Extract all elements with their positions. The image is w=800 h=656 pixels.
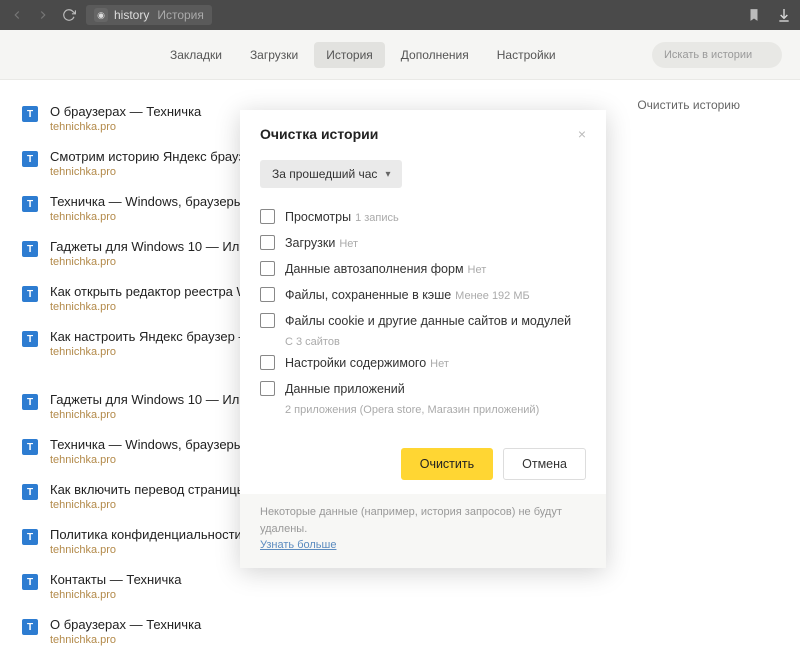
label-content: Настройки содержимого [285,356,426,370]
favicon-icon: T [22,196,38,212]
checkbox-cache[interactable] [260,287,275,302]
back-button[interactable] [8,6,26,24]
settings-tabs: Закладки Загрузки История Дополнения Нас… [0,30,800,80]
tab-settings[interactable]: Настройки [485,42,568,68]
search-placeholder: Искать в истории [664,49,752,61]
favicon-icon: T [22,529,38,545]
favicon-icon: T [22,574,38,590]
checkbox-autofill[interactable] [260,261,275,276]
clear-history-link[interactable]: Очистить историю [637,98,740,112]
label-apps: Данные приложений [285,382,405,396]
history-item-domain: tehnichka.pro [50,634,201,646]
label-views: Просмотры [285,210,351,224]
favicon-icon: T [22,619,38,635]
clear-history-modal: Очистка истории × За прошедший час ▾ Про… [240,110,606,568]
history-item-domain: tehnichka.pro [50,589,181,601]
history-item-domain: tehnichka.pro [50,166,266,178]
browser-chrome-bar: ◉ history История [0,0,800,30]
time-range-select[interactable]: За прошедший час ▾ [260,160,402,188]
history-item-domain: tehnichka.pro [50,454,272,466]
cancel-button[interactable]: Отмена [503,448,586,480]
history-item-title: О браузерах — Техничка [50,104,201,119]
favicon-icon: T [22,484,38,500]
sub-autofill: Нет [468,264,487,276]
history-item[interactable]: T Контакты — Техничка tehnichka.pro [22,566,778,611]
favicon-icon: T [22,394,38,410]
favicon-icon: T [22,241,38,257]
modal-title: Очистка истории [260,126,378,142]
site-badge-icon: ◉ [94,8,108,22]
clear-button[interactable]: Очистить [401,448,493,480]
download-icon[interactable] [776,7,792,23]
checkbox-views[interactable] [260,209,275,224]
label-cookies: Файлы cookie и другие данные сайтов и мо… [285,314,571,328]
history-item-title: Как настроить Яндекс браузер — Ай [50,329,271,344]
bookmark-icon[interactable] [746,7,762,23]
checkbox-downloads[interactable] [260,235,275,250]
checkbox-cookies[interactable] [260,313,275,328]
favicon-icon: T [22,286,38,302]
tab-bookmarks[interactable]: Закладки [158,42,234,68]
favicon-icon: T [22,331,38,347]
address-label: history [114,8,149,22]
sub-cookies: С 3 сайтов [285,336,586,348]
history-item-title: Техничка — Windows, браузеры, соц [50,437,272,452]
checkbox-content[interactable] [260,355,275,370]
sub-views: 1 запись [355,212,399,224]
footer-text: Некоторые данные (например, история запр… [260,506,562,535]
sub-content: Нет [430,358,449,370]
time-range-value: За прошедший час [272,167,377,181]
history-item-domain: tehnichka.pro [50,121,201,133]
history-item-title: Контакты — Техничка [50,572,181,587]
history-item-title: О браузерах — Техничка [50,617,201,632]
history-item[interactable]: T О браузерах — Техничка tehnichka.pro [22,611,778,656]
label-downloads: Загрузки [285,236,335,250]
chevron-down-icon: ▾ [385,169,390,180]
sub-downloads: Нет [339,238,358,250]
reload-button[interactable] [60,6,78,24]
favicon-icon: T [22,151,38,167]
history-item-domain: tehnichka.pro [50,346,271,358]
tab-downloads[interactable]: Загрузки [238,42,310,68]
address-chip[interactable]: ◉ history История [86,5,212,25]
history-item-domain: tehnichka.pro [50,211,272,223]
checkbox-apps[interactable] [260,381,275,396]
forward-button[interactable] [34,6,52,24]
learn-more-link[interactable]: Узнать больше [260,539,336,551]
history-item-title: Как включить перевод страницы в б [50,482,268,497]
history-item-domain: tehnichka.pro [50,499,268,511]
tab-history[interactable]: История [314,42,385,68]
history-search-input[interactable]: Искать в истории [652,42,782,68]
label-autofill: Данные автозаполнения форм [285,262,464,276]
address-title: История [157,8,204,22]
favicon-icon: T [22,439,38,455]
label-cache: Файлы, сохраненные в кэше [285,288,451,302]
modal-footer: Некоторые данные (например, история запр… [240,494,606,568]
favicon-icon: T [22,106,38,122]
tab-addons[interactable]: Дополнения [389,42,481,68]
history-item-title: Техничка — Windows, браузеры, соц [50,194,272,209]
close-icon[interactable]: × [578,126,586,142]
sub-apps: 2 приложения (Opera store, Магазин прило… [285,404,586,416]
sub-cache: Менее 192 МБ [455,290,530,302]
history-item-title: Смотрим историю Яндекс браузера [50,149,266,164]
